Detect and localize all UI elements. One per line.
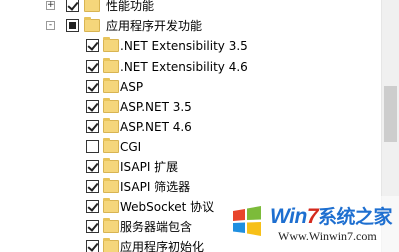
tree-item-app-dev[interactable]: - 应用程序开发功能 [0,17,381,36]
checkbox-aspnet-35[interactable] [86,100,99,113]
tree-item-aspnet-35[interactable]: ASP.NET 3.5 [0,98,381,117]
folder-icon [103,158,119,173]
checkbox-aspnet-46[interactable] [86,120,99,133]
watermark: Win7系统之家 Www.Winwin7.com [226,196,399,252]
tree-item-label: 服务器端包含 [120,220,193,234]
tree-item-label: CGI [120,140,142,154]
folder-icon [103,118,119,133]
tree-item-isapi-ext[interactable]: ISAPI 扩展 [0,158,381,177]
checkbox-net-ext-46[interactable] [86,60,99,73]
tree-item-label: 应用程序初始化 [120,240,205,252]
windows-logo-icon [233,206,261,236]
tree-item-asp[interactable]: ASP [0,78,381,97]
checkbox-net-ext-35[interactable] [86,39,99,52]
checkbox-websocket[interactable] [86,200,99,213]
collapse-icon[interactable]: - [46,21,55,30]
folder-icon [103,198,119,213]
folder-icon [103,78,119,93]
tree-item-cgi[interactable]: CGI [0,138,381,157]
checkbox-isapi-ext[interactable] [86,160,99,173]
expand-icon[interactable]: + [46,1,55,10]
checkbox-asp[interactable] [86,80,99,93]
tree-item-performance[interactable]: + 性能功能 [0,0,381,16]
checkbox-app-dev[interactable] [66,19,79,32]
tree-item-label: ISAPI 扩展 [120,160,179,174]
checkbox-cgi[interactable] [86,140,99,153]
folder-icon [103,218,119,233]
tree-item-label: ASP [120,80,144,94]
scrollbar-thumb[interactable] [384,86,397,142]
watermark-title: Win7系统之家 [270,205,393,228]
tree-item-label: .NET Extensibility 3.5 [120,39,248,53]
tree-item-label: 应用程序开发功能 [106,19,203,33]
tree-item-label: 性能功能 [106,0,155,13]
tree-item-net-ext-46[interactable]: .NET Extensibility 4.6 [0,58,381,77]
tree-item-net-ext-35[interactable]: .NET Extensibility 3.5 [0,37,381,56]
tree-item-label: WebSocket 协议 [120,200,215,214]
tree-item-label: ASP.NET 4.6 [120,120,192,134]
folder-icon [84,0,100,12]
checkbox-performance[interactable] [66,0,79,12]
folder-icon [103,178,119,193]
tree-item-label: .NET Extensibility 4.6 [120,60,248,74]
folder-icon [103,98,119,113]
checkbox-app-init[interactable] [86,240,99,252]
tree-item-aspnet-46[interactable]: ASP.NET 4.6 [0,118,381,137]
folder-icon [103,58,119,73]
folder-icon [103,138,119,153]
checkbox-ssi[interactable] [86,220,99,233]
tree-item-label: ASP.NET 3.5 [120,100,192,114]
watermark-url: Www.Winwin7.com [278,229,377,243]
folder-icon [84,17,100,32]
tree-item-isapi-filter[interactable]: ISAPI 筛选器 [0,178,381,197]
folder-icon [103,238,119,252]
checkbox-isapi-filter[interactable] [86,180,99,193]
tree-item-label: ISAPI 筛选器 [120,180,191,194]
folder-icon [103,37,119,52]
